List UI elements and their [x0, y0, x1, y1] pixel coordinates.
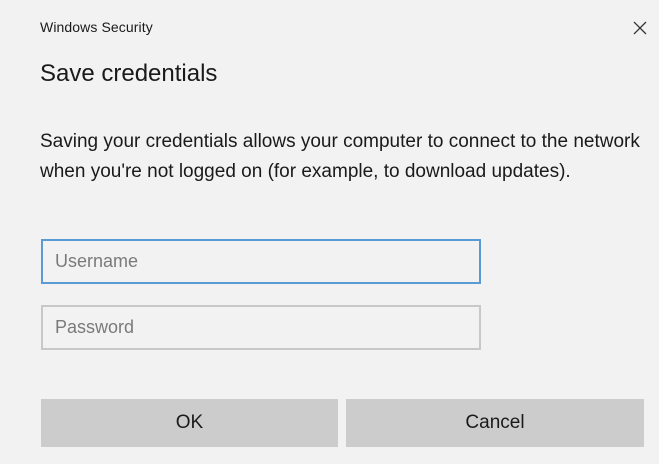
cancel-button[interactable]: Cancel	[346, 399, 644, 447]
save-credentials-dialog: Windows Security Save credentials Saving…	[0, 0, 659, 464]
dialog-heading: Save credentials	[40, 60, 218, 87]
ok-button[interactable]: OK	[41, 399, 338, 447]
username-field[interactable]	[41, 239, 481, 284]
password-field[interactable]	[41, 305, 481, 350]
dialog-description: Saving your credentials allows your comp…	[40, 131, 640, 182]
window-title: Windows Security	[40, 19, 153, 35]
close-icon	[633, 21, 647, 35]
close-button[interactable]	[626, 14, 654, 42]
